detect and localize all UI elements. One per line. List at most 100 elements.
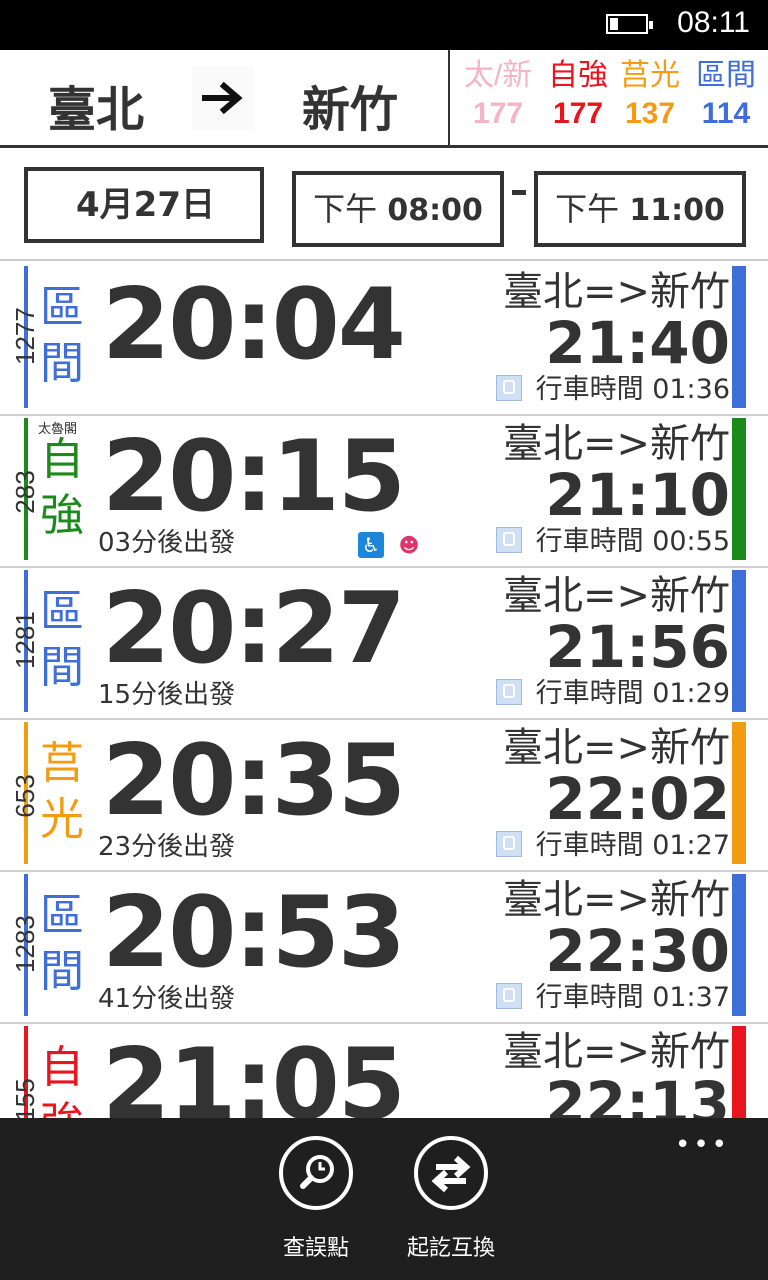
train-type-color-bar bbox=[732, 874, 746, 1016]
count-value: 114 bbox=[701, 97, 751, 130]
travel-time-value: 01:37 bbox=[652, 982, 730, 1013]
train-type-bottom: 間 bbox=[40, 642, 84, 693]
time-range-separator bbox=[512, 190, 526, 195]
check-delay-label: 查誤點 bbox=[282, 1236, 349, 1261]
count-value: 177 bbox=[552, 97, 604, 130]
wheelchair-icon: ♿ bbox=[358, 532, 384, 558]
train-type-bottom: 間 bbox=[40, 338, 84, 389]
status-bar: 08:11 bbox=[0, 0, 768, 50]
start-time-picker[interactable]: 下午 08:00 bbox=[292, 171, 504, 247]
travel-time-label: 行車時間 bbox=[535, 374, 644, 405]
swap-icon bbox=[414, 1136, 488, 1210]
departure-time: 20:35 bbox=[102, 724, 406, 838]
departure-time: 20:27 bbox=[102, 572, 406, 686]
count-value: 177 bbox=[472, 97, 524, 130]
travel-time: 行車時間 01:29 bbox=[495, 676, 730, 712]
end-time-value: 11:00 bbox=[629, 193, 725, 228]
arrival-time: 21:10 bbox=[545, 461, 730, 529]
to-station[interactable]: 新竹 bbox=[302, 70, 398, 140]
departure-time: 21:05 bbox=[102, 1028, 406, 1118]
travel-time: 行車時間 00:55 bbox=[495, 524, 730, 560]
departure-time: 20:04 bbox=[102, 268, 406, 382]
arrival-time: 22:30 bbox=[545, 917, 730, 985]
end-time-prefix: 下午 bbox=[555, 190, 620, 228]
train-icon bbox=[495, 679, 522, 705]
app-bar: ••• 查誤點 起訖互換 bbox=[0, 1118, 768, 1280]
travel-time: 行車時間 01:27 bbox=[495, 828, 730, 864]
travel-time: 行車時間 01:37 bbox=[495, 980, 730, 1016]
from-station[interactable]: 臺北 bbox=[48, 70, 144, 140]
time-until-departure: 23分後出發 bbox=[98, 832, 236, 862]
train-icon bbox=[495, 375, 522, 401]
travel-time-value: 00:55 bbox=[652, 526, 730, 557]
divider bbox=[448, 50, 450, 146]
train-type: 區 間 bbox=[40, 888, 86, 1000]
train-type: 自 強 bbox=[40, 432, 86, 544]
swap-stations-button[interactable]: 起訖互換 bbox=[391, 1136, 511, 1262]
time-until-departure: 15分後出發 bbox=[98, 680, 236, 710]
train-icon bbox=[495, 831, 522, 857]
train-type-bottom: 強 bbox=[40, 1096, 86, 1118]
train-type: 區 間 bbox=[40, 280, 86, 392]
travel-time-label: 行車時間 bbox=[535, 830, 644, 861]
train-list: 1277 區 間 20:04 臺北=>新竹 21:40 行車時間 01:36 2… bbox=[0, 262, 768, 1118]
travel-time-value: 01:29 bbox=[652, 678, 730, 709]
train-type-top: 自 bbox=[40, 1042, 84, 1093]
train-row[interactable]: 1281 區 間 20:27 15分後出發 臺北=>新竹 21:56 行車時間 … bbox=[0, 566, 768, 720]
departure-time: 20:15 bbox=[102, 420, 406, 534]
count-label: 太/新 bbox=[463, 59, 533, 92]
train-type-bottom: 強 bbox=[40, 490, 84, 541]
arrival-time: 21:40 bbox=[545, 309, 730, 377]
train-type-color-bar bbox=[732, 418, 746, 560]
train-type-color-bar bbox=[732, 722, 746, 864]
arrival-time: 22:02 bbox=[545, 765, 730, 833]
train-type-top: 區 bbox=[40, 890, 84, 941]
travel-time-label: 行車時間 bbox=[535, 678, 644, 709]
search-clock-icon bbox=[279, 1136, 353, 1210]
status-time: 08:11 bbox=[677, 6, 750, 39]
train-row[interactable]: 1283 區 間 20:53 41分後出發 臺北=>新竹 22:30 行車時間 … bbox=[0, 870, 768, 1024]
travel-time-label: 行車時間 bbox=[535, 526, 644, 557]
train-row[interactable]: 283 太魯閣 自 強 20:15 03分後出發 ♿ ☻ 臺北=>新竹 21:1… bbox=[0, 414, 768, 568]
count-value: 137 bbox=[624, 97, 676, 130]
train-icon bbox=[495, 983, 522, 1009]
end-time-picker[interactable]: 下午 11:00 bbox=[534, 171, 746, 247]
date-picker[interactable]: 4月27日 bbox=[24, 167, 264, 243]
departure-time: 20:53 bbox=[102, 876, 406, 990]
train-type-top: 莒 bbox=[40, 738, 84, 789]
count-label: 莒光 bbox=[620, 59, 680, 92]
train-row[interactable]: 1277 區 間 20:04 臺北=>新竹 21:40 行車時間 01:36 bbox=[0, 262, 768, 416]
travel-time-value: 01:27 bbox=[652, 830, 730, 861]
train-type-top: 自 bbox=[40, 434, 84, 485]
route-header: 臺北 新竹 太/新 177 自強 177 莒光 137 區間 114 bbox=[0, 50, 768, 148]
arrival-time: 21:56 bbox=[545, 613, 730, 681]
train-type-bottom: 光 bbox=[40, 794, 84, 845]
baby-care-icon: ☻ bbox=[398, 533, 420, 557]
train-number: 155 bbox=[10, 1078, 40, 1118]
train-type-color-bar bbox=[732, 1026, 746, 1118]
train-number: 653 bbox=[10, 774, 40, 818]
check-delay-button[interactable]: 查誤點 bbox=[256, 1136, 376, 1262]
train-row[interactable]: 155 自 強 21:05 臺北=>新竹 22:13 行車時間 bbox=[0, 1022, 768, 1118]
travel-time-label: 行車時間 bbox=[535, 982, 644, 1013]
travel-time-value: 01:36 bbox=[652, 374, 730, 405]
arrow-right-icon bbox=[192, 66, 254, 130]
train-type-color-bar bbox=[732, 570, 746, 712]
time-until-departure: 03分後出發 bbox=[98, 528, 236, 558]
travel-time: 行車時間 01:36 bbox=[495, 372, 730, 408]
train-type-color-bar bbox=[732, 266, 746, 408]
more-menu-icon[interactable]: ••• bbox=[675, 1130, 730, 1160]
train-type: 自 強 bbox=[40, 1040, 86, 1118]
count-label: 自強 bbox=[548, 59, 608, 92]
count-taroko: 太/新 177 bbox=[458, 58, 538, 134]
train-type-bottom: 間 bbox=[40, 946, 84, 997]
swap-stations-label: 起訖互換 bbox=[406, 1236, 495, 1261]
battery-icon bbox=[606, 14, 653, 34]
start-time-value: 08:00 bbox=[387, 193, 483, 228]
arrival-time: 22:13 bbox=[545, 1069, 730, 1118]
train-row[interactable]: 653 莒 光 20:35 23分後出發 臺北=>新竹 22:02 行車時間 0… bbox=[0, 718, 768, 872]
train-type: 區 間 bbox=[40, 584, 86, 696]
count-label: 區間 bbox=[696, 59, 756, 92]
count-local: 區間 114 bbox=[686, 58, 766, 134]
train-icon bbox=[495, 527, 522, 553]
